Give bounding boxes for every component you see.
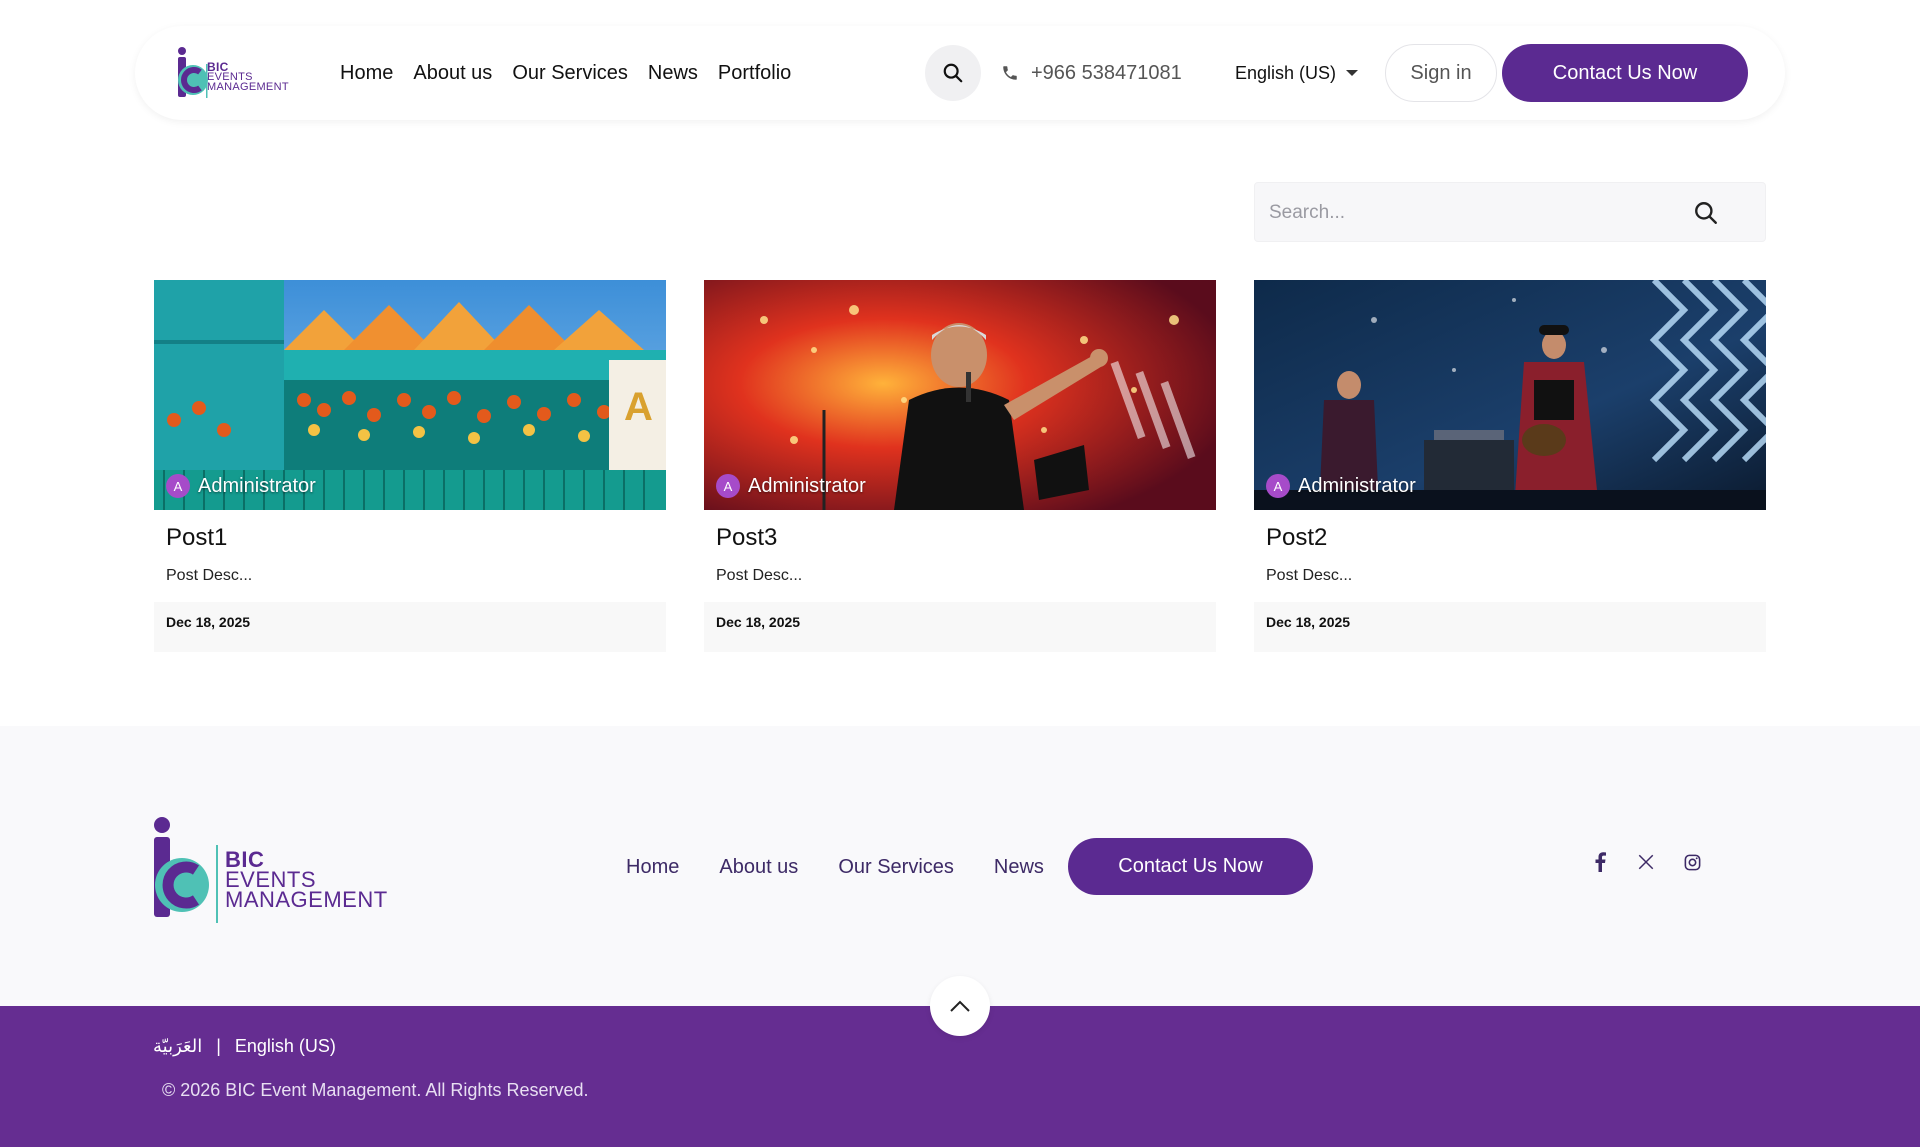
post-date: Dec 18, 2025 bbox=[716, 614, 801, 630]
post-date: Dec 18, 2025 bbox=[1266, 614, 1351, 630]
post-title[interactable]: Post1 bbox=[166, 524, 227, 552]
post-author: A Administrator bbox=[1266, 474, 1416, 498]
contact-us-button[interactable]: Contact Us Now bbox=[1502, 44, 1748, 102]
post-date: Dec 18, 2025 bbox=[166, 614, 251, 630]
post-description: Post Desc... bbox=[716, 567, 803, 584]
phone-icon bbox=[1003, 66, 1017, 80]
x-icon[interactable] bbox=[1636, 852, 1656, 872]
post-card[interactable]: A Administrator Post3 Post Desc... Dec 1… bbox=[704, 280, 1216, 652]
nav-home[interactable]: Home bbox=[340, 62, 393, 85]
author-avatar: A bbox=[1266, 474, 1290, 498]
social-links bbox=[1590, 852, 1702, 872]
post-card[interactable]: A A Administrator Post1 Post Desc... Dec… bbox=[154, 280, 666, 652]
search-input[interactable] bbox=[1269, 183, 1689, 243]
search-icon bbox=[943, 63, 963, 83]
blog-search bbox=[1254, 182, 1766, 243]
footer-language-switch: العَرَبيّة | English (US) bbox=[153, 1036, 336, 1057]
footer-nav: Home About us Our Services News bbox=[626, 838, 1044, 896]
footer-nav-about-us[interactable]: About us bbox=[719, 856, 798, 879]
post-card[interactable]: A Administrator Post2 Post Desc... Dec 1… bbox=[1254, 280, 1766, 652]
language-selector[interactable]: English (US) bbox=[1235, 26, 1359, 120]
author-avatar: A bbox=[166, 474, 190, 498]
lang-english-link[interactable]: English (US) bbox=[235, 1036, 336, 1057]
nav-portfolio[interactable]: Portfolio bbox=[718, 62, 791, 85]
post-title[interactable]: Post3 bbox=[716, 524, 777, 552]
logo-text: BIC EVENTS MANAGEMENT bbox=[207, 60, 289, 93]
post-description: Post Desc... bbox=[1266, 567, 1353, 584]
nav-news[interactable]: News bbox=[648, 62, 698, 85]
footer-nav-our-services[interactable]: Our Services bbox=[838, 856, 954, 879]
lang-arabic-link[interactable]: العَرَبيّة bbox=[153, 1036, 202, 1057]
footer-nav-home[interactable]: Home bbox=[626, 856, 679, 879]
caret-down-icon bbox=[1346, 70, 1359, 76]
nav-our-services[interactable]: Our Services bbox=[512, 62, 628, 85]
phone-link[interactable]: +966 538471081 bbox=[1001, 26, 1182, 120]
post-description: Post Desc... bbox=[166, 567, 253, 584]
lang-separator: | bbox=[216, 1036, 221, 1056]
language-label: English (US) bbox=[1235, 62, 1337, 83]
facebook-icon[interactable] bbox=[1590, 852, 1610, 872]
svg-text:A: A bbox=[624, 385, 653, 429]
post-author: A Administrator bbox=[166, 474, 316, 498]
phone-number: +966 538471081 bbox=[1031, 61, 1182, 84]
back-to-top-button[interactable] bbox=[930, 976, 990, 1036]
post-title[interactable]: Post2 bbox=[1266, 524, 1327, 552]
sign-in-button[interactable]: Sign in bbox=[1385, 44, 1497, 102]
author-name: Administrator bbox=[198, 474, 316, 497]
main-nav: Home About us Our Services News Portfoli… bbox=[340, 26, 791, 120]
footer-logo-text: BIC EVENTS MANAGEMENT bbox=[225, 847, 388, 912]
author-name: Administrator bbox=[748, 474, 866, 497]
footer-contact-us-button[interactable]: Contact Us Now bbox=[1068, 838, 1313, 895]
nav-about-us[interactable]: About us bbox=[413, 62, 492, 85]
header-search-button[interactable] bbox=[925, 45, 981, 101]
post-footer: Dec 18, 2025 bbox=[704, 602, 1216, 652]
author-avatar: A bbox=[716, 474, 740, 498]
author-name: Administrator bbox=[1298, 474, 1416, 497]
copyright-text: © 2026 BIC Event Management. All Rights … bbox=[162, 1080, 589, 1100]
search-icon[interactable] bbox=[1693, 200, 1719, 226]
chevron-up-icon bbox=[950, 1000, 970, 1012]
site-header: BIC EVENTS MANAGEMENT Home About us Our … bbox=[135, 26, 1785, 120]
post-author: A Administrator bbox=[716, 474, 866, 498]
instagram-icon[interactable] bbox=[1682, 852, 1702, 872]
footer-nav-news[interactable]: News bbox=[994, 856, 1044, 879]
post-footer: Dec 18, 2025 bbox=[1254, 602, 1766, 652]
post-footer: Dec 18, 2025 bbox=[154, 602, 666, 652]
